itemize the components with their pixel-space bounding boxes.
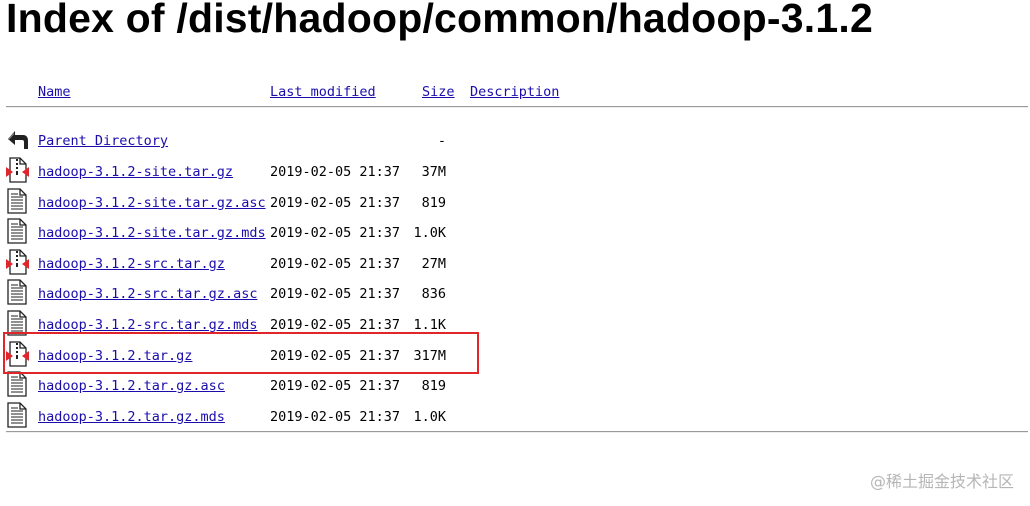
text-file-icon	[5, 401, 29, 429]
file-size: 1.0K	[413, 408, 446, 425]
file-modified: 2019-02-05 21:37	[270, 286, 401, 303]
file-modified: 2019-02-05 21:37	[270, 255, 401, 272]
parent-directory-row: Parent Directory -	[0, 131, 1000, 163]
text-file-icon	[5, 217, 29, 245]
file-modified: 2019-02-05 21:37	[270, 317, 401, 333]
file-row: hadoop-3.1.2-src.tar.gz 2019-02-05 21:37 2…	[0, 249, 1000, 286]
file-modified: 2019-02-05 21:37	[270, 225, 401, 242]
sort-by-name-link[interactable]: Name	[38, 84, 71, 100]
file-name-link[interactable]: hadoop-3.1.2-site.tar.gz.mds	[38, 225, 266, 241]
footer-divider	[6, 431, 1028, 433]
file-row: hadoop-3.1.2-src.tar.gz.asc 2019-02-05 21…	[0, 279, 1000, 316]
file-size: 1.0K	[413, 225, 446, 242]
highlight-annotation	[3, 332, 479, 374]
file-row: hadoop-3.1.2.tar.gz.asc 2019-02-05 21:37 8…	[0, 371, 1000, 408]
file-size: 819	[421, 378, 446, 395]
file-modified: 2019-02-05 21:37	[270, 164, 401, 180]
file-modified: 2019-02-05 21:37	[270, 194, 401, 211]
watermark: @稀土掘金技术社区	[869, 472, 1014, 491]
text-file-icon	[5, 278, 29, 306]
compressed-file-icon	[5, 248, 29, 276]
file-name-link[interactable]: hadoop-3.1.2-site.tar.gz	[38, 164, 233, 180]
sort-by-last-modified-link[interactable]: Last modified	[270, 84, 376, 100]
file-name-link[interactable]: hadoop-3.1.2.tar.gz.asc	[38, 378, 225, 394]
file-row: hadoop-3.1.2-site.tar.gz.asc 2019-02-05 2…	[0, 187, 1000, 225]
file-size: 836	[421, 286, 446, 303]
text-file-icon	[5, 370, 29, 398]
parent-directory-link[interactable]: Parent Directory	[38, 133, 168, 149]
file-modified: 2019-02-05 21:37	[270, 408, 401, 425]
compressed-file-icon	[5, 156, 29, 184]
file-row: hadoop-3.1.2-site.tar.gz.mds 2019-02-05 2…	[0, 218, 1000, 255]
file-row: hadoop-3.1.2.tar.gz.mds 2019-02-05 21:37 1…	[0, 402, 1000, 439]
file-row: hadoop-3.1.2-site.tar.gz 2019-02-05 21:37…	[0, 157, 1000, 194]
file-modified: 2019-02-05 21:37	[270, 378, 401, 395]
page-title: Index of /dist/hadoop/common/hadoop-3.1.…	[6, 0, 873, 41]
file-size: 819	[421, 194, 446, 211]
file-size: 27M	[421, 255, 446, 272]
back-arrow-icon	[5, 125, 29, 153]
file-name-link[interactable]: hadoop-3.1.2-src.tar.gz	[38, 256, 225, 272]
header-divider	[6, 106, 1028, 108]
sort-by-description-link[interactable]: Description	[470, 84, 559, 100]
file-size: 1.1K	[413, 317, 446, 333]
file-name-link[interactable]: hadoop-3.1.2-src.tar.gz.asc	[38, 286, 257, 302]
file-size: 37M	[421, 164, 446, 180]
sort-by-size-link[interactable]: Size	[422, 84, 455, 100]
file-name-link[interactable]: hadoop-3.1.2-src.tar.gz.mds	[38, 317, 257, 333]
parent-size: -	[437, 133, 446, 149]
text-file-icon	[5, 187, 29, 215]
file-name-link[interactable]: hadoop-3.1.2-site.tar.gz.asc	[38, 195, 266, 211]
file-name-link[interactable]: hadoop-3.1.2.tar.gz.mds	[38, 409, 225, 425]
